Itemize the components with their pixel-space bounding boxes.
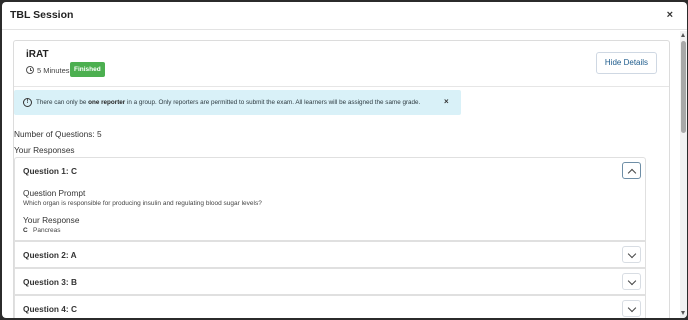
chevron-down-icon <box>627 276 637 285</box>
response-letter: C <box>23 227 28 234</box>
question-3-header[interactable]: Question 3: B <box>23 277 77 287</box>
expand-question-3-button[interactable] <box>622 273 641 290</box>
response-text: Pancreas <box>33 227 61 234</box>
modal-scrollbar[interactable] <box>680 31 687 318</box>
hide-details-button[interactable]: Hide Details <box>596 52 657 74</box>
question-2-accordion[interactable]: Question 2: A <box>14 241 646 268</box>
chevron-up-icon <box>627 168 637 177</box>
exclamation-circle-icon: ! <box>23 98 32 107</box>
chevron-down-icon <box>627 303 637 312</box>
chevron-down-icon <box>627 249 637 258</box>
irat-title: iRAT <box>26 49 49 60</box>
close-icon[interactable]: × <box>667 10 673 21</box>
alert-close-icon[interactable]: × <box>444 97 449 106</box>
alert-text: There can only be one reporter in a grou… <box>36 98 421 106</box>
scroll-down-arrow-icon[interactable] <box>681 311 685 315</box>
expand-question-4-button[interactable] <box>622 300 641 317</box>
modal-header: TBL Session × <box>2 2 687 30</box>
question-1-header[interactable]: Question 1: C <box>23 166 77 176</box>
modal-title: TBL Session <box>10 9 74 21</box>
question-1-accordion: Question 1: C Question Prompt Which orga… <box>14 157 646 241</box>
clock-icon <box>26 66 34 74</box>
question-4-accordion[interactable]: Question 4: C <box>14 295 646 318</box>
your-responses-heading: Your Responses <box>14 145 75 155</box>
irat-card-header: iRAT 5 Minutes Finished Hide Details <box>14 41 669 87</box>
duration-text: 5 Minutes <box>37 66 70 75</box>
scroll-thumb[interactable] <box>681 41 686 133</box>
question-2-header[interactable]: Question 2: A <box>23 250 77 260</box>
your-response-label: Your Response <box>23 215 80 225</box>
question-3-accordion[interactable]: Question 3: B <box>14 268 646 295</box>
collapse-question-1-button[interactable] <box>622 162 641 179</box>
number-of-questions: Number of Questions: 5 <box>14 129 102 139</box>
reporter-alert: ! There can only be one reporter in a gr… <box>14 90 461 115</box>
scroll-up-arrow-icon[interactable] <box>681 33 685 37</box>
status-badge: Finished <box>70 62 105 77</box>
tbl-session-modal: TBL Session × iRAT 5 Minutes Finished Hi… <box>2 2 687 318</box>
question-4-header[interactable]: Question 4: C <box>23 304 77 314</box>
question-prompt-label: Question Prompt <box>23 188 86 198</box>
expand-question-2-button[interactable] <box>622 246 641 263</box>
modal-body: iRAT 5 Minutes Finished Hide Details ! T… <box>2 31 680 318</box>
question-prompt-text: Which organ is responsible for producing… <box>23 200 262 207</box>
